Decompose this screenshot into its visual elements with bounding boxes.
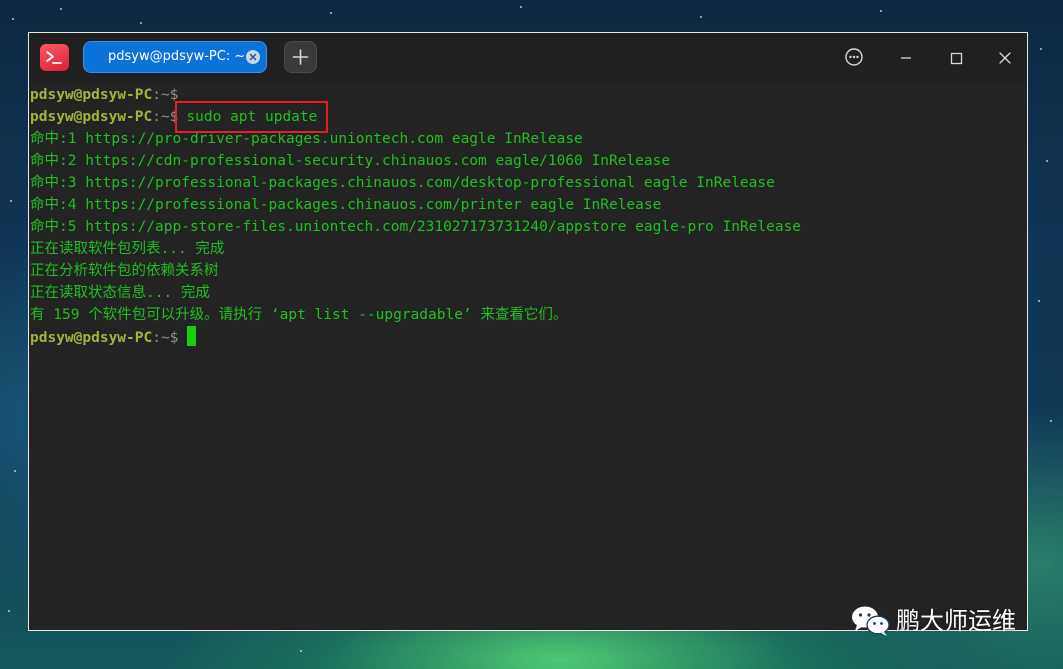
star-decoration xyxy=(330,12,332,14)
star-decoration xyxy=(140,22,142,24)
star-decoration xyxy=(520,6,522,8)
new-tab-button[interactable] xyxy=(284,41,317,73)
minimize-button[interactable] xyxy=(890,42,922,74)
title-bar[interactable]: pdsyw@pdsyw-PC: ~ xyxy=(29,33,1027,83)
output-line: 命中:3 https://professional-packages.china… xyxy=(30,175,775,191)
star-decoration xyxy=(700,16,702,18)
maximize-icon xyxy=(950,52,963,65)
close-icon[interactable] xyxy=(246,50,260,64)
prompt-user: pdsyw@pdsyw-PC xyxy=(30,330,153,346)
star-decoration xyxy=(12,18,14,20)
output-line: 有 159 个软件包可以升级。请执行 ‘apt list --upgradabl… xyxy=(30,307,568,323)
star-decoration xyxy=(880,10,882,12)
tab-label: pdsyw@pdsyw-PC: ~ xyxy=(108,49,246,64)
star-decoration xyxy=(1050,420,1052,422)
star-decoration xyxy=(1038,300,1040,302)
output-line: 正在分析软件包的依赖关系树 xyxy=(30,263,219,279)
active-prompt-line: pdsyw@pdsyw-PC:~$ xyxy=(30,326,1027,348)
more-icon xyxy=(845,48,863,66)
maximize-button[interactable] xyxy=(940,42,972,74)
star-decoration xyxy=(14,470,16,472)
window-menu-button[interactable] xyxy=(838,42,870,74)
terminal-window: pdsyw@pdsyw-PC: ~ pdsyw@pdsyw-PC:~$ pdsy… xyxy=(28,32,1028,631)
output-line: 正在读取软件包列表... 完成 xyxy=(30,241,225,257)
close-window-button[interactable] xyxy=(989,42,1021,74)
command-text-highlighted: sudo apt update xyxy=(175,101,329,133)
prompt-path: :~$ xyxy=(152,109,179,125)
wechat-icon xyxy=(852,606,890,636)
prompt-path: :~$ xyxy=(152,330,179,346)
command-line: pdsyw@pdsyw-PC:~$ sudo apt update xyxy=(30,101,1027,133)
star-decoration xyxy=(1040,48,1042,50)
output-line: 命中:2 https://cdn-professional-security.c… xyxy=(30,153,671,169)
tab-terminal-session[interactable]: pdsyw@pdsyw-PC: ~ xyxy=(83,41,267,73)
text-cursor xyxy=(187,326,197,346)
terminal-output-area[interactable]: pdsyw@pdsyw-PC:~$ pdsyw@pdsyw-PC:~$ sudo … xyxy=(29,83,1027,630)
prompt-user: pdsyw@pdsyw-PC xyxy=(30,109,153,125)
star-decoration xyxy=(1046,160,1048,162)
prompt-user: pdsyw@pdsyw-PC xyxy=(30,87,153,103)
output-line: 命中:4 https://professional-packages.china… xyxy=(30,197,662,213)
minimize-icon xyxy=(901,57,911,59)
star-decoration xyxy=(10,200,12,202)
star-decoration xyxy=(60,8,62,10)
plus-icon xyxy=(292,49,309,65)
star-decoration xyxy=(300,650,302,652)
star-decoration xyxy=(8,610,10,612)
output-line: 正在读取状态信息... 完成 xyxy=(30,285,210,301)
watermark-text: 鹏大师运维 xyxy=(896,607,1016,635)
prompt-path: :~$ xyxy=(152,87,179,103)
terminal-app-icon[interactable] xyxy=(40,44,69,71)
output-line: 命中:5 https://app-store-files.uniontech.c… xyxy=(30,219,802,235)
close-icon xyxy=(999,52,1011,64)
